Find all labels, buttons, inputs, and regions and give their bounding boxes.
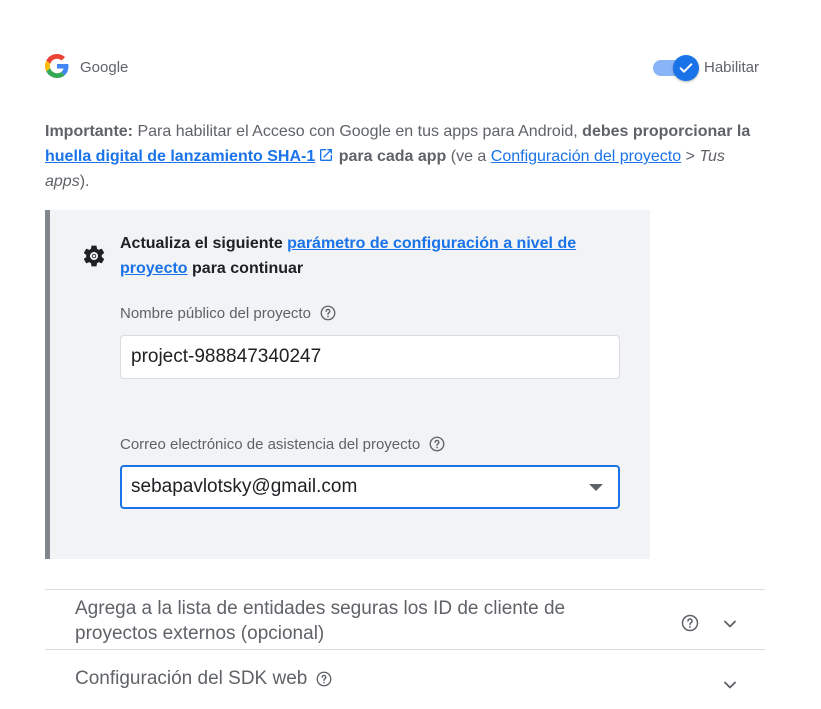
panel-msg-prefix: Actualiza el siguiente: [120, 235, 288, 252]
important-notice: Importante: Para habilitar el Acceso con…: [45, 119, 765, 194]
gear-icon: [83, 245, 105, 267]
toggle-knob: [673, 55, 699, 81]
toggle-label: Habilitar: [704, 59, 760, 76]
chevron-down-icon[interactable]: [720, 675, 740, 695]
dropdown-arrow-icon: [589, 483, 603, 491]
help-icon[interactable]: [319, 304, 337, 322]
sha1-fingerprint-link[interactable]: huella digital de lanzamiento SHA-1: [45, 148, 315, 165]
support-email-label-text: Correo electrónico de asistencia del pro…: [120, 435, 421, 453]
project-public-name-input[interactable]: [120, 335, 620, 379]
help-icon[interactable]: [428, 435, 446, 453]
external-link-icon: [320, 149, 333, 161]
project-name-label-text: Nombre público del proyecto: [120, 304, 311, 322]
enable-toggle[interactable]: [653, 55, 699, 81]
provider-name: Google: [80, 59, 129, 76]
notice-bold-2: para cada app: [334, 148, 447, 165]
support-email-label: Correo electrónico de asistencia del pro…: [120, 435, 446, 453]
support-email-value: sebapavlotsky@gmail.com: [131, 476, 358, 497]
notice-bold-1: debes proporcionar la: [582, 123, 751, 140]
notice-text-1: Para habilitar el Acceso con Google en t…: [133, 123, 583, 140]
google-logo-icon: [45, 54, 69, 78]
panel-msg-suffix: para continuar: [187, 260, 304, 277]
notice-text-2: (ve a: [446, 148, 491, 165]
project-name-label: Nombre público del proyecto: [120, 304, 337, 322]
check-icon: [679, 63, 693, 73]
chevron-down-icon[interactable]: [720, 614, 740, 634]
notice-text-3: >: [681, 148, 700, 165]
panel-message: Actualiza el siguiente parámetro de conf…: [120, 231, 610, 281]
web-sdk-config-label: Configuración del SDK web: [75, 668, 308, 689]
web-sdk-config-title: Configuración del SDK web: [75, 668, 333, 690]
notice-bold-prefix: Importante:: [45, 123, 133, 140]
support-email-select[interactable]: sebapavlotsky@gmail.com: [120, 465, 620, 509]
help-icon[interactable]: [315, 670, 333, 688]
project-settings-link[interactable]: Configuración del proyecto: [491, 148, 681, 165]
help-icon[interactable]: [680, 613, 700, 633]
external-client-ids-title: Agrega a la lista de entidades seguras l…: [75, 598, 566, 644]
notice-text-4: ).: [79, 173, 90, 190]
